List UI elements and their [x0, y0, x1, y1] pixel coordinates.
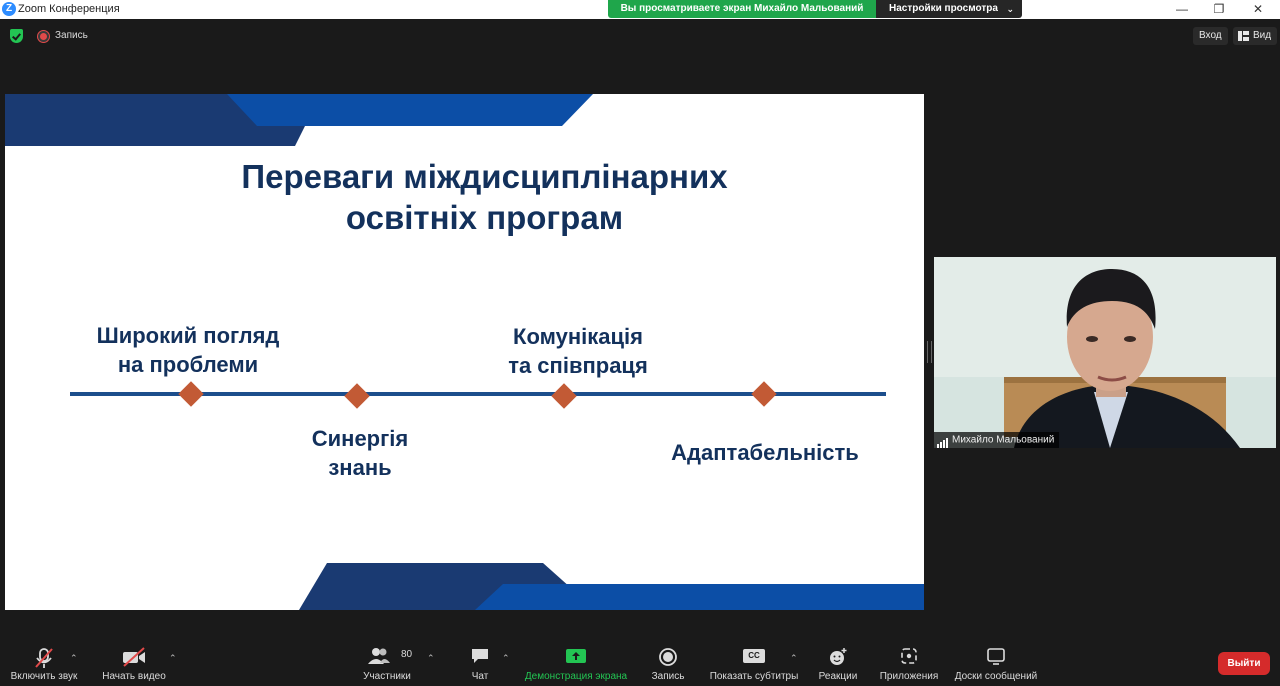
participant-video-frame — [934, 257, 1276, 448]
zoom-logo-icon: Z — [2, 2, 16, 16]
panel-splitter-handle[interactable] — [927, 341, 932, 363]
label-line: Широкий погляд — [96, 323, 280, 348]
leave-meeting-button[interactable]: Выйти — [1218, 652, 1270, 675]
participants-options-chevron-icon[interactable]: ⌃ — [427, 653, 435, 664]
share-screen-icon — [566, 649, 586, 663]
participants-label: Участники — [363, 671, 411, 682]
apps-icon — [901, 648, 917, 664]
view-label: Вид — [1253, 30, 1272, 41]
apps-label: Приложения — [879, 671, 939, 682]
participant-name: Михайло Мальований — [952, 434, 1055, 446]
start-video-label: Начать видео — [102, 671, 166, 682]
apps-button[interactable]: Приложения — [876, 637, 942, 686]
signal-strength-icon — [937, 432, 949, 448]
captions-button[interactable]: CC Показать субтитры — [706, 637, 802, 686]
record-icon — [659, 648, 677, 666]
chevron-down-icon: ⌄ — [1006, 4, 1014, 14]
participant-count: 80 — [401, 649, 413, 660]
slide-title-line-2: освітніх програм — [345, 199, 624, 236]
participants-icon — [368, 648, 390, 664]
unmute-label: Включить звук — [10, 671, 78, 682]
chat-label: Чат — [471, 671, 489, 682]
whiteboards-button[interactable]: Доски сообщений — [950, 637, 1042, 686]
record-label: Запись — [651, 671, 685, 682]
audio-options-chevron-icon[interactable]: ⌃ — [70, 653, 78, 664]
recording-indicator-icon — [38, 31, 49, 42]
screen-share-banner: Вы просматриваете экран Михайло Мальован… — [608, 0, 876, 18]
start-video-button[interactable]: Начать видео — [98, 637, 170, 686]
cc-icon: CC — [743, 649, 765, 663]
captions-options-chevron-icon[interactable]: ⌃ — [790, 653, 798, 664]
captions-label: Показать субтитры — [709, 671, 799, 682]
slide-point-label: Широкий погляд на проблеми — [68, 321, 308, 379]
slide-title-line-1: Переваги міждисциплінарних — [241, 158, 728, 195]
encryption-shield-icon[interactable] — [10, 29, 23, 43]
minimize-button[interactable]: — — [1164, 1, 1200, 18]
recording-label: Запись — [55, 30, 88, 41]
slide-point-label: Комунікація та співпраця — [473, 322, 683, 380]
record-button[interactable]: Запись — [645, 637, 691, 686]
view-settings-button[interactable]: Настройки просмотра ⌄ — [876, 0, 1022, 18]
slide-title: Переваги міждисциплінарних освітніх прог… — [5, 156, 924, 238]
view-grid-icon — [1238, 31, 1249, 41]
view-settings-label: Настройки просмотра — [889, 3, 998, 14]
label-line: на проблеми — [117, 352, 259, 377]
view-button[interactable]: Вид — [1233, 27, 1278, 45]
chat-button[interactable]: Чат — [460, 637, 500, 686]
participant-nameplate: Михайло Мальований — [934, 432, 1060, 448]
participant-video-tile[interactable]: Михайло Мальований — [934, 257, 1276, 448]
restore-button[interactable]: ❐ — [1201, 1, 1237, 18]
reactions-button[interactable]: Реакции — [814, 637, 862, 686]
participants-button[interactable]: 80 Участники — [358, 637, 416, 686]
window-title: Zoom Конференция — [18, 3, 120, 15]
label-line: та співпраця — [508, 353, 648, 378]
shared-screen-slide: Переваги міждисциплінарних освітніх прог… — [5, 94, 924, 610]
reactions-icon — [830, 648, 847, 665]
whiteboards-label: Доски сообщений — [954, 671, 1038, 682]
share-screen-label: Демонстрация экрана — [524, 671, 628, 682]
share-screen-button[interactable]: Демонстрация экрана — [522, 637, 630, 686]
close-button[interactable]: ✕ — [1240, 1, 1276, 18]
video-off-icon — [123, 647, 145, 667]
mic-muted-icon — [35, 648, 53, 668]
label-line: знань — [328, 455, 392, 480]
meeting-toolbar: Включить звук ⌃ Начать видео ⌃ 80 Участн… — [0, 637, 1280, 686]
reactions-label: Реакции — [818, 671, 858, 682]
slide-point-label: Синергія знань — [280, 424, 440, 482]
chat-icon — [472, 649, 488, 663]
slide-point-label: Адаптабельність — [671, 440, 859, 465]
label-line: Комунікація — [513, 324, 643, 349]
label-line: Синергія — [311, 426, 409, 451]
login-button[interactable]: Вход — [1193, 27, 1228, 45]
whiteboard-icon — [987, 648, 1005, 665]
chat-options-chevron-icon[interactable]: ⌃ — [502, 653, 510, 664]
video-options-chevron-icon[interactable]: ⌃ — [169, 653, 177, 664]
